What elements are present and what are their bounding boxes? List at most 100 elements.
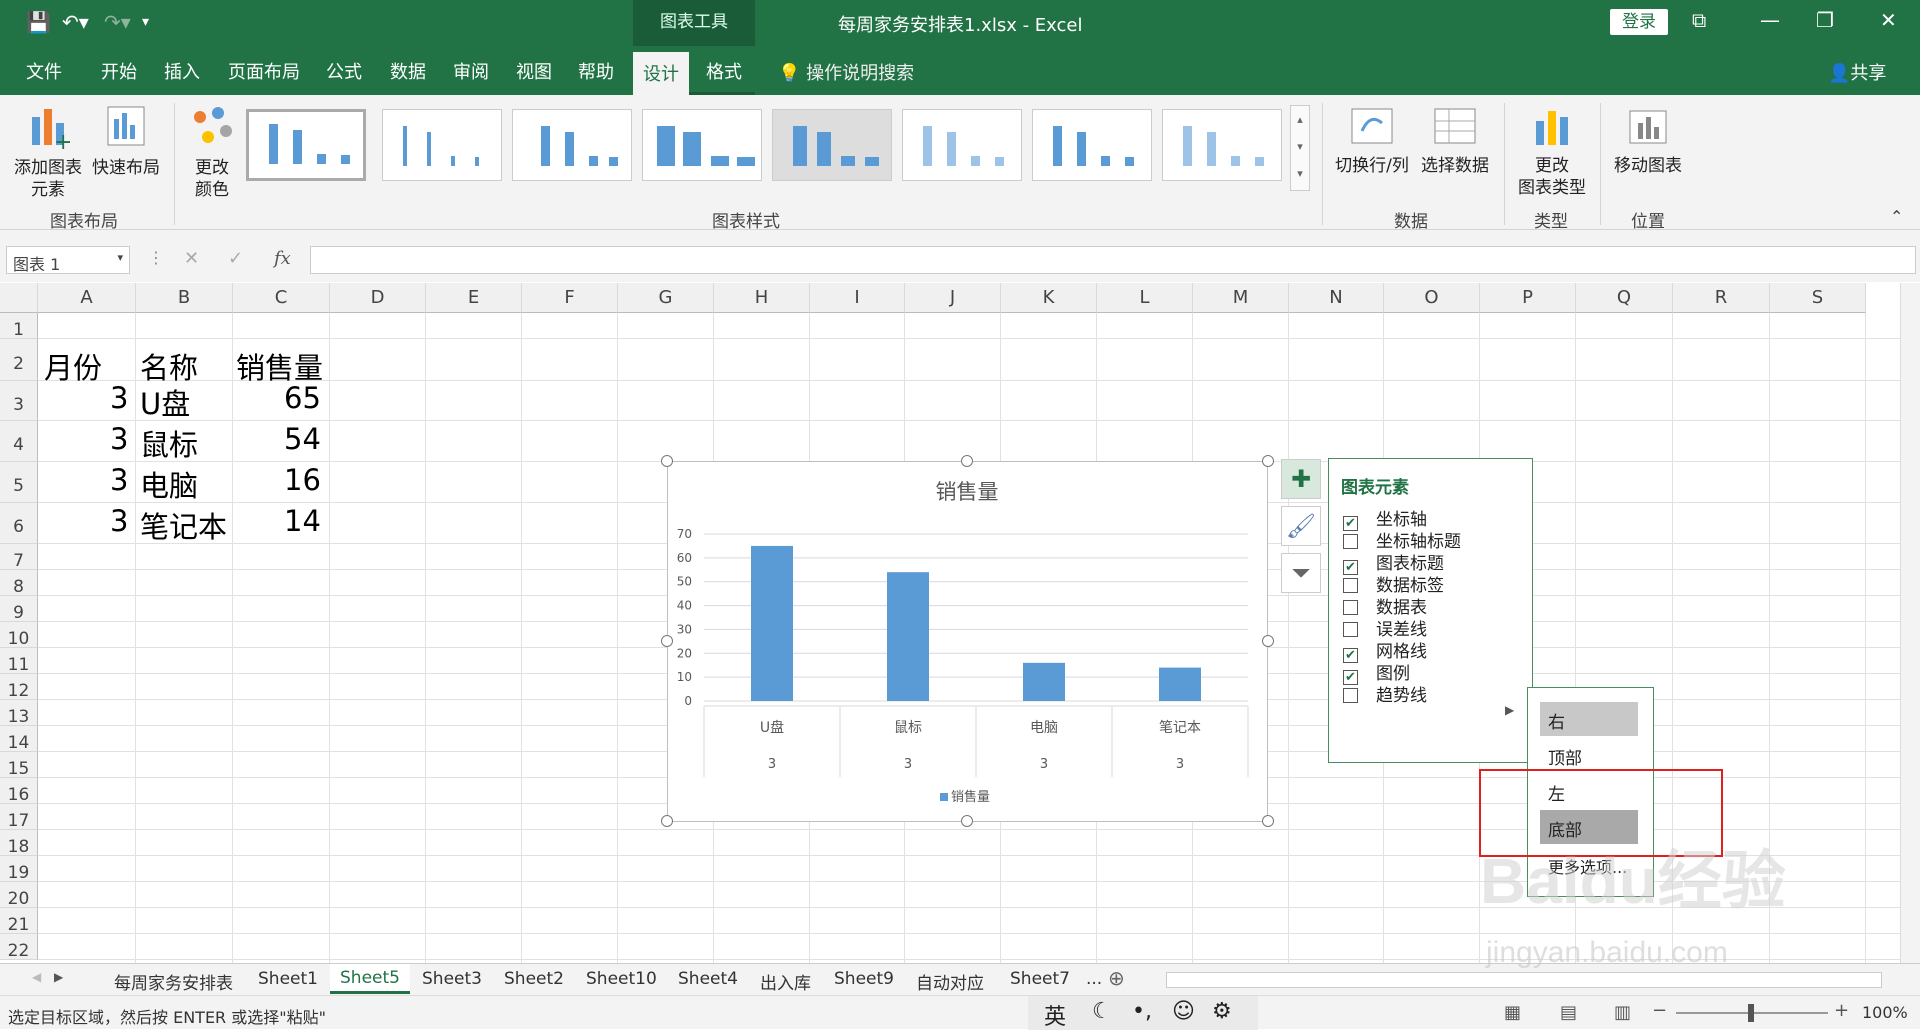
cell-c4[interactable]: 54 [284, 422, 321, 456]
chart-elements-button[interactable]: ✚ [1281, 459, 1321, 499]
change-chart-type-button[interactable]: 更改 图表类型 [1512, 105, 1592, 199]
formula-input[interactable] [310, 246, 1916, 274]
minimize-icon[interactable]: — [1760, 8, 1780, 32]
cell-a4[interactable]: 3 [110, 422, 128, 456]
column-header[interactable]: A [38, 283, 136, 313]
chart-style-7[interactable] [1032, 109, 1152, 181]
add-chart-element-button[interactable]: + 添加图表 元素 [8, 103, 88, 201]
restore-icon[interactable]: ❐ [1816, 8, 1834, 32]
row-header[interactable]: 8 [0, 570, 38, 597]
resize-handle[interactable] [1262, 635, 1274, 647]
sheet-tab[interactable]: ... [1086, 969, 1102, 989]
column-header[interactable]: B [136, 283, 233, 313]
name-box[interactable]: 图表 1 ▾ [6, 246, 130, 274]
cell-b3[interactable]: U盘 [140, 381, 190, 423]
cell-b4[interactable]: 鼠标 [140, 422, 198, 464]
cell-c3[interactable]: 65 [284, 381, 321, 415]
new-sheet-icon[interactable]: ⊕ [1108, 966, 1125, 990]
collapse-ribbon-icon[interactable]: ⌃ [1890, 207, 1903, 226]
row-header[interactable]: 11 [0, 648, 38, 675]
column-header[interactable]: D [330, 283, 426, 313]
chart-element-option[interactable]: 趋势线 [1343, 681, 1427, 706]
column-header[interactable]: I [810, 283, 905, 313]
change-colors-button[interactable]: 更改 颜色 [182, 103, 242, 201]
prev-sheet-icon[interactable]: ◀ [32, 970, 41, 984]
row-header[interactable]: 1 [0, 313, 38, 340]
cell-b5[interactable]: 电脑 [140, 463, 198, 505]
row-header[interactable]: 19 [0, 856, 38, 883]
column-header[interactable]: M [1193, 283, 1289, 313]
checkbox[interactable] [1343, 600, 1358, 615]
column-header[interactable]: C [233, 283, 330, 313]
cell-c5[interactable]: 16 [284, 463, 321, 497]
chart-object[interactable]: 销售量 0 10 20 30 40 50 60 70 U盘 3 鼠标 3 电脑 3 笔记本 3 销售量 [667, 461, 1268, 822]
sheet-tab[interactable]: Sheet9 [834, 969, 894, 989]
chart-style-2[interactable] [382, 109, 502, 181]
cell-c6[interactable]: 14 [284, 504, 321, 538]
sheet-tab[interactable]: Sheet5 [330, 964, 410, 994]
column-header[interactable]: O [1384, 283, 1480, 313]
column-header[interactable]: F [522, 283, 618, 313]
resize-handle[interactable] [661, 455, 673, 467]
sheet-tab[interactable]: 每周家务安排表 [114, 969, 233, 994]
zoom-in-icon[interactable]: + [1834, 1000, 1849, 1021]
column-header[interactable]: H [714, 283, 810, 313]
zoom-level[interactable]: 100% [1862, 1003, 1908, 1022]
resize-handle[interactable] [961, 815, 973, 827]
row-header[interactable]: 22 [0, 934, 38, 961]
chart-style-8[interactable] [1162, 109, 1282, 181]
chart-filters-button[interactable]: ⏷ [1281, 553, 1321, 593]
row-header[interactable]: 12 [0, 674, 38, 701]
column-header[interactable]: G [618, 283, 714, 313]
insert-function-icon[interactable]: fx [274, 248, 291, 269]
tab-format[interactable]: 格式 [706, 58, 742, 84]
tab-file[interactable]: 文件 [26, 58, 62, 84]
zoom-slider[interactable] [1676, 1004, 1828, 1022]
vertical-scrollbar[interactable] [1900, 283, 1920, 963]
column-header[interactable]: K [1001, 283, 1097, 313]
sheet-tab[interactable]: Sheet4 [678, 969, 738, 989]
row-header[interactable]: 2 [0, 339, 38, 381]
gallery-scroll[interactable]: ▴ ▾ ▾ [1290, 105, 1310, 191]
column-header[interactable]: N [1289, 283, 1384, 313]
cell-a2[interactable]: 月份 [44, 345, 102, 387]
sheet-tab[interactable]: Sheet2 [504, 969, 564, 989]
row-header[interactable]: 4 [0, 421, 38, 462]
checkbox[interactable] [1343, 578, 1358, 593]
sheet-tab[interactable]: Sheet3 [422, 969, 482, 989]
undo-icon[interactable]: ↶▾ [62, 10, 89, 34]
tab-page-layout[interactable]: 页面布局 [228, 58, 300, 84]
row-header[interactable]: 18 [0, 830, 38, 857]
select-data-button[interactable]: 选择数据 [1416, 105, 1494, 177]
row-header[interactable]: 6 [0, 503, 38, 544]
row-header[interactable]: 15 [0, 752, 38, 779]
sheet-tab[interactable]: 出入库 [760, 969, 811, 994]
page-break-view-icon[interactable]: ▥ [1614, 1002, 1631, 1023]
customize-qat-icon[interactable]: ▾ [142, 14, 149, 30]
tab-home[interactable]: 开始 [101, 58, 137, 84]
share-button[interactable]: 👤共享 [1828, 59, 1886, 85]
sheet-tab[interactable]: Sheet7 [1010, 969, 1070, 989]
tab-review[interactable]: 审阅 [453, 58, 489, 84]
close-icon[interactable]: ✕ [1880, 8, 1897, 32]
move-chart-button[interactable]: 移动图表 [1608, 105, 1688, 177]
sheet-tab[interactable]: Sheet10 [586, 969, 657, 989]
resize-handle[interactable] [1262, 815, 1274, 827]
tab-help[interactable]: 帮助 [578, 58, 614, 84]
column-header[interactable]: R [1673, 283, 1770, 313]
emoji-icon[interactable]: ☺ [1172, 999, 1195, 1024]
chart-styles-button[interactable]: 🖌 [1281, 506, 1321, 546]
resize-handle[interactable] [661, 635, 673, 647]
row-header[interactable]: 3 [0, 381, 38, 421]
chart-style-3[interactable] [512, 109, 632, 181]
tab-insert[interactable]: 插入 [164, 58, 200, 84]
column-header[interactable]: L [1097, 283, 1193, 313]
horizontal-scrollbar[interactable] [1166, 972, 1882, 988]
login-button[interactable]: 登录 [1610, 9, 1668, 35]
chart-style-6[interactable] [902, 109, 1022, 181]
cell-a5[interactable]: 3 [110, 463, 128, 497]
save-icon[interactable]: 💾 [26, 10, 51, 34]
tab-design[interactable]: 设计 [633, 52, 689, 95]
tab-formulas[interactable]: 公式 [326, 58, 362, 84]
row-header[interactable]: 13 [0, 700, 38, 727]
